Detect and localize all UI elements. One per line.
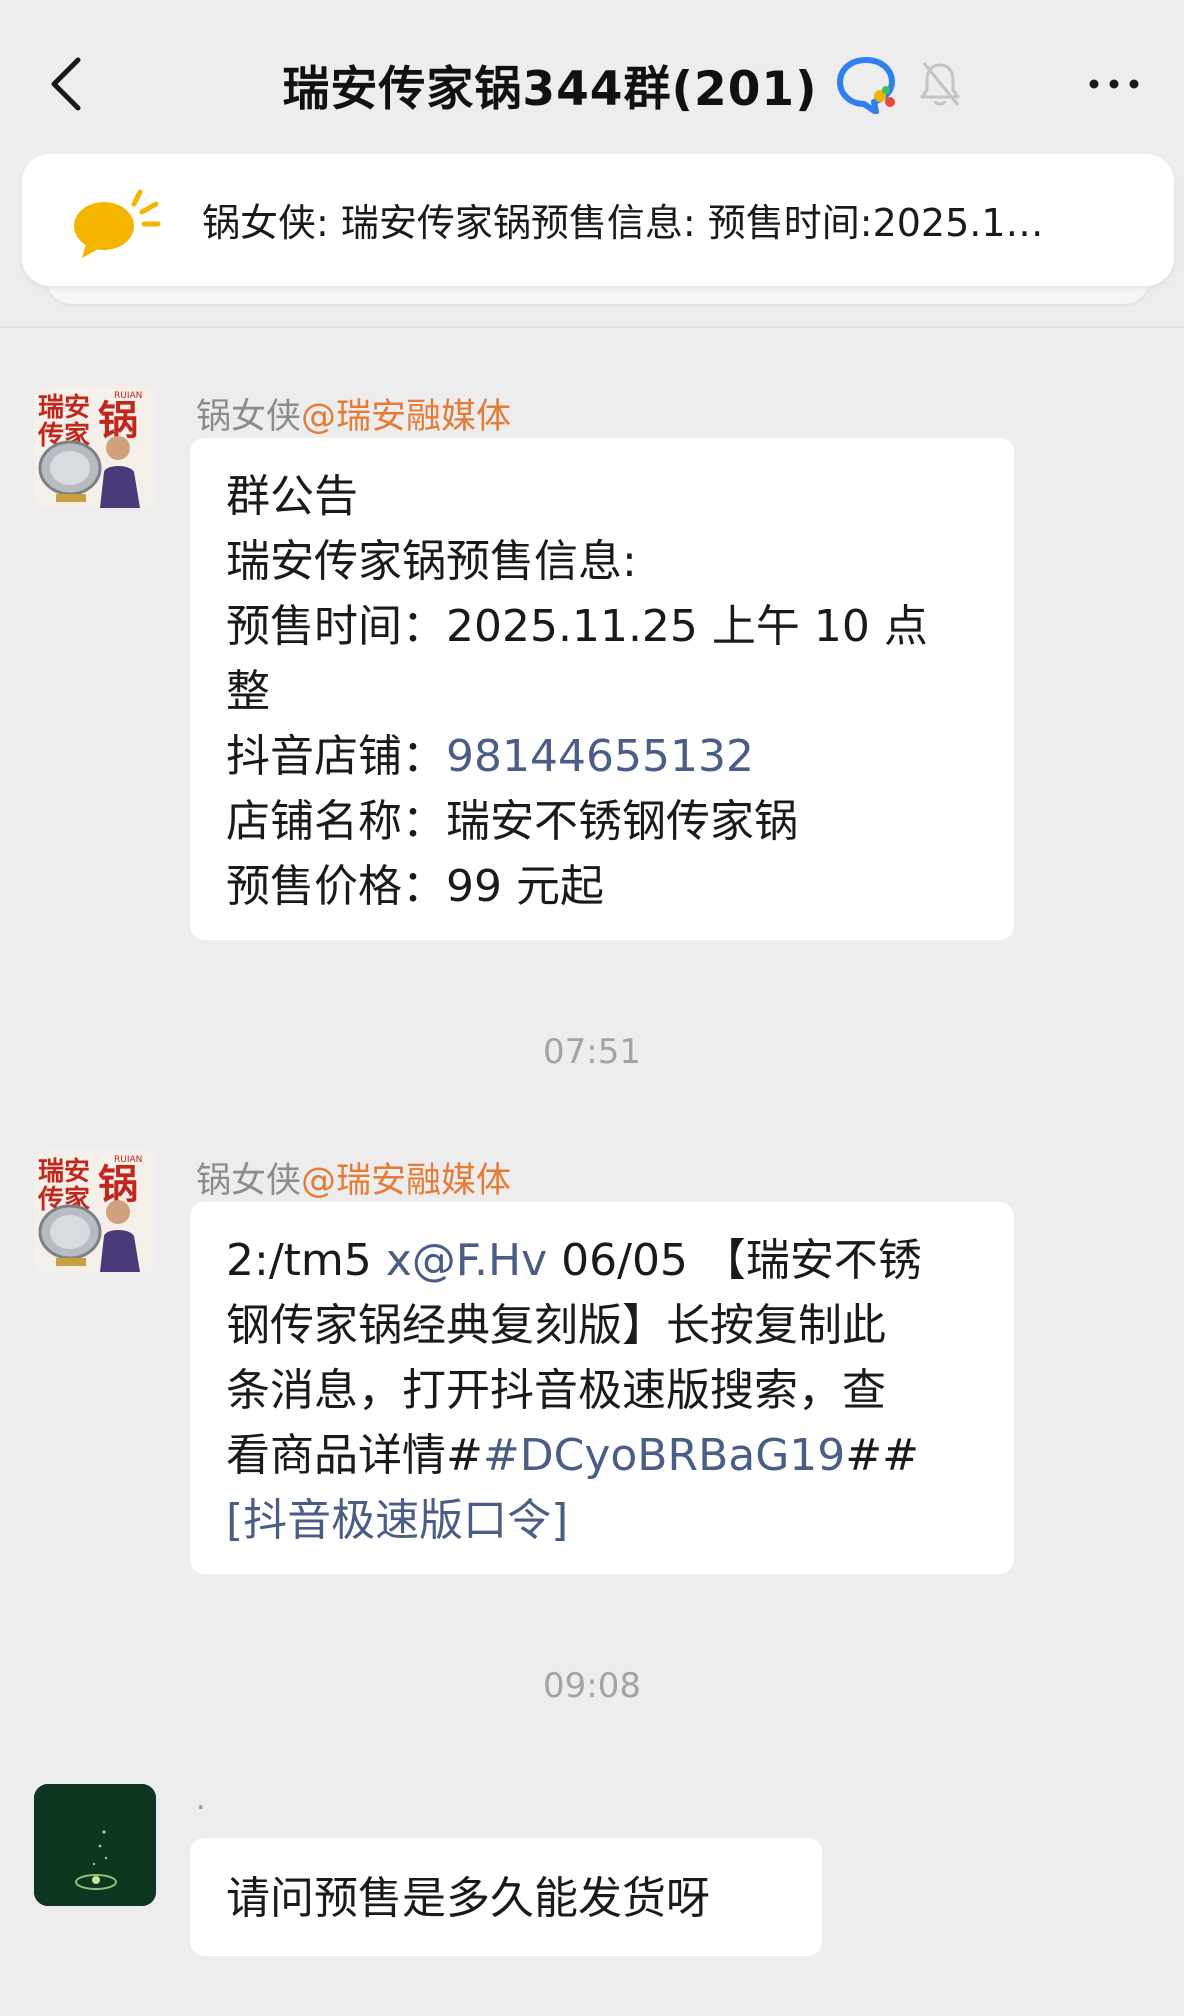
avatar-text-ruian: 瑞安 <box>38 393 90 423</box>
avatar[interactable] <box>34 1784 156 1906</box>
megaphone-icon <box>74 189 161 258</box>
chat-title-group: 瑞安传家锅344群(201) <box>0 46 1184 122</box>
chat-title[interactable]: 瑞安传家锅344群(201) <box>282 50 817 119</box>
hashtag-suffix: ## <box>845 1430 920 1481</box>
timestamp: 07:51 <box>543 1032 641 1072</box>
sender-name: 锅女侠@瑞安融媒体 <box>196 1152 511 1203</box>
avatar-text-latin: RUIAN <box>114 1155 142 1165</box>
sender-name: 锅女侠@瑞安融媒体 <box>196 388 511 439</box>
group-badge-icon <box>836 57 895 114</box>
message-bubble[interactable]: 2:/tm5 x@F.Hv 06/05 【瑞安不锈 钢传家锅经典复刻版】长按复制… <box>190 1202 1014 1574</box>
avatar[interactable]: 瑞安 传家 锅 RUIAN <box>34 1150 156 1272</box>
avatar[interactable]: 瑞安 传家 锅 RUIAN <box>34 386 156 508</box>
code-link[interactable]: x@F.Hv <box>386 1235 547 1286</box>
pinned-announcement[interactable]: 锅女侠: 瑞安传家锅预售信息: 预售时间:2025.1… <box>22 154 1174 286</box>
avatar-pot-image: 瑞安 传家 锅 RUIAN <box>34 1150 156 1272</box>
header-divider <box>0 326 1184 328</box>
avatar-green-image <box>34 1784 156 1906</box>
message-line: 整 <box>226 666 270 717</box>
sender-name-text: 锅女侠 <box>196 1161 302 1201</box>
avatar-text-latin: RUIAN <box>114 391 142 401</box>
chat-header: 瑞安传家锅344群(201) <box>0 0 1184 160</box>
message-bubble[interactable]: 群公告 瑞安传家锅预售信息: 预售时间：2025.11.25 上午 10 点 整… <box>190 438 1014 940</box>
message-line-code: 2:/tm5 x@F.Hv 06/05 【瑞安不锈 <box>226 1228 982 1293</box>
message-line: 钢传家锅经典复刻版】长按复制此 <box>226 1300 886 1351</box>
sender-name: . <box>196 1782 206 1817</box>
code-prefix: 2:/tm5 <box>226 1235 386 1286</box>
message-line-hashtag: 看商品详情##DCyoBRBaG19## <box>226 1423 982 1488</box>
more-icon[interactable] <box>1084 62 1144 106</box>
message-line: 瑞安传家锅预售信息: <box>226 536 637 587</box>
message-line: 请问预售是多久能发货呀 <box>226 1873 710 1924</box>
store-label: 抖音店铺： <box>226 731 446 782</box>
bell-muted-icon <box>920 62 960 106</box>
message-bubble[interactable]: 请问预售是多久能发货呀 <box>190 1838 822 1956</box>
sender-org: @瑞安融媒体 <box>301 397 512 437</box>
command-link[interactable]: [抖音极速版口令] <box>226 1488 982 1553</box>
code-suffix: 06/05 【瑞安不锈 <box>547 1235 922 1286</box>
message-line: 群公告 <box>226 471 358 522</box>
timestamp: 09:08 <box>543 1666 641 1706</box>
pinned-text: 锅女侠: 瑞安传家锅预售信息: 预售时间:2025.1… <box>202 201 1044 245</box>
sender-org: @瑞安融媒体 <box>301 1161 512 1201</box>
avatar-text-ruian: 瑞安 <box>38 1157 90 1187</box>
hashtag-link[interactable]: #DCyoBRBaG19 <box>483 1430 845 1481</box>
avatar-pot-image: 瑞安 传家 锅 RUIAN <box>34 386 156 508</box>
message-line-store: 抖音店铺：98144655132 <box>226 724 982 789</box>
sender-name-text: 锅女侠 <box>196 397 302 437</box>
message-line: 条消息，打开抖音极速版搜索，查 <box>226 1365 886 1416</box>
hashtag-prefix: 看商品详情# <box>226 1430 483 1481</box>
message-line: 预售价格：99 元起 <box>226 861 604 912</box>
message-line: 店铺名称：瑞安不锈钢传家锅 <box>226 796 798 847</box>
store-id-link[interactable]: 98144655132 <box>446 731 754 782</box>
message-line: 预售时间：2025.11.25 上午 10 点 <box>226 601 928 652</box>
